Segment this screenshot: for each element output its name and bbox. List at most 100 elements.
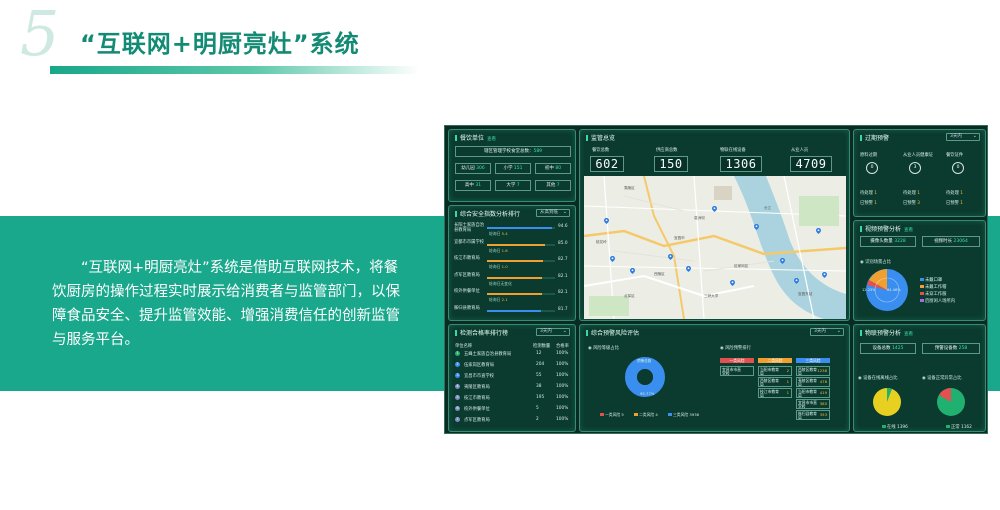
rank-detail: 轮询日 1.6 bbox=[489, 248, 508, 254]
catering-item[interactable]: 高中 31 bbox=[455, 180, 491, 191]
legend-swatch bbox=[634, 413, 638, 416]
rank-score: 82.1 bbox=[558, 273, 568, 279]
score-bar-fill bbox=[487, 227, 552, 229]
map-pin-icon[interactable] bbox=[754, 224, 759, 230]
legend-label: 二类风险 4 bbox=[639, 412, 658, 417]
stat-value: 4709 bbox=[790, 156, 832, 172]
legend-label: 后厨闲人场所内 bbox=[925, 299, 956, 304]
risk-rank-item[interactable]: 秭归县教育局 353 bbox=[796, 410, 830, 420]
risk-legend-item: 一类风险 5 bbox=[600, 412, 624, 418]
rank-unit-name[interactable]: 宜昌市市直学校 bbox=[464, 373, 530, 379]
catering-item[interactable]: 初中 80 bbox=[535, 163, 571, 174]
view-link[interactable]: 查看 bbox=[904, 332, 913, 337]
rank-rate: 100% bbox=[556, 406, 569, 411]
detail-value: 1.0 bbox=[501, 264, 508, 269]
risk-rank-item[interactable]: 宜昌市市直学校 bbox=[720, 366, 754, 376]
catering-item[interactable]: 幼儿园 306 bbox=[455, 163, 491, 174]
rank-unit-name[interactable]: 点军区教育局 bbox=[454, 273, 486, 279]
online-legend: 在线 1396 bbox=[882, 424, 908, 430]
catering-item[interactable]: 小学 151 bbox=[495, 163, 531, 174]
dashboard-screenshot: 餐饮单位 查看 辖区管理学校食堂总数：589 幼儿园 306 小学 151 初中 … bbox=[444, 125, 988, 434]
expired-count-ring[interactable]: 0 bbox=[952, 162, 964, 174]
expired-sub: 待处理 1 bbox=[946, 190, 963, 196]
legend-swatch bbox=[920, 285, 924, 288]
map-pin-icon[interactable] bbox=[604, 218, 609, 224]
rank-unit-name[interactable]: 长阳土家族自治县教育局 bbox=[454, 223, 486, 234]
panel-title: 综合预警风险评估 bbox=[586, 328, 639, 337]
map-pin-icon[interactable] bbox=[822, 272, 827, 278]
rank-unit-name[interactable]: 夷陵区教育局 bbox=[464, 384, 530, 390]
map-pin-icon[interactable] bbox=[668, 254, 673, 260]
risk-rank-item[interactable]: 当阳市教育局 419 bbox=[796, 388, 830, 398]
rank-unit-name[interactable]: 枝江市教育局 bbox=[464, 395, 530, 401]
expired-count-ring[interactable]: 0 bbox=[866, 162, 878, 174]
view-link[interactable]: 查看 bbox=[487, 137, 496, 142]
period-select[interactable]: 3天内 bbox=[946, 133, 980, 141]
detail-label: 轮询日 bbox=[489, 247, 501, 253]
expired-sub-label: 已预警 bbox=[903, 201, 916, 206]
rank-unit-name[interactable]: 枝江市教育局 bbox=[454, 256, 486, 262]
map-pin-icon[interactable] bbox=[780, 258, 785, 264]
map-pin-icon[interactable] bbox=[686, 266, 691, 272]
risk-column-header: 三类风险 bbox=[796, 358, 830, 363]
risk-rank-item[interactable]: 西陵区教育局 1238 bbox=[796, 366, 830, 376]
scene-legend-item: 未戴工作帽 bbox=[920, 284, 946, 290]
catering-total: 辖区管理学校食堂总数：589 bbox=[455, 146, 571, 157]
expired-count-ring[interactable]: 3 bbox=[909, 162, 921, 174]
rank-unit-name[interactable]: 秭归县教育局 bbox=[454, 306, 486, 312]
risk-unit-name: 枝江市教育局 bbox=[760, 389, 779, 398]
risk-rank-item[interactable]: 当阳市教育局 2 bbox=[758, 366, 792, 376]
rank-score: 94.6 bbox=[558, 224, 568, 229]
map-pin-icon[interactable] bbox=[816, 228, 821, 234]
city-map[interactable]: 宜昌市 夷陵区 西陵区 伍家岗区 点军区 三峡大学 长江 宜昌东站 桃花岭 葛洲坝 bbox=[584, 176, 846, 319]
map-pin-icon[interactable] bbox=[712, 206, 717, 212]
legend-swatch bbox=[600, 413, 604, 416]
panel-title: 过期预警 bbox=[860, 133, 889, 142]
catering-item[interactable]: 其他 7 bbox=[535, 180, 571, 191]
stat-label: 餐饮总数 bbox=[592, 148, 610, 153]
detail-value: 2.1 bbox=[501, 297, 508, 302]
stat-label: 供应商总数 bbox=[656, 148, 678, 153]
rank-unit-name[interactable]: 伍家岗区教育局 bbox=[464, 362, 530, 368]
detail-label: 轮询日无变化 bbox=[489, 280, 512, 286]
legend-swatch bbox=[920, 292, 924, 295]
map-pin-icon[interactable] bbox=[730, 280, 735, 286]
map-place-label: 宜昌东站 bbox=[798, 292, 813, 296]
scene-share-label: ◉ 识别场景占比 bbox=[860, 260, 891, 265]
expired-sub-label: 待处理 bbox=[946, 191, 959, 196]
rank-count: 12 bbox=[536, 351, 542, 356]
legend-label: 未戴口罩 bbox=[925, 278, 943, 283]
risk-rank-item[interactable]: 西陵区教育局 1 bbox=[758, 377, 792, 387]
online-pie bbox=[873, 388, 901, 416]
risk-rank-item[interactable]: 枝江市教育局 1 bbox=[758, 388, 792, 398]
map-pin-icon[interactable] bbox=[794, 278, 799, 284]
score-bar-track bbox=[487, 260, 555, 262]
rank-badge: 2 bbox=[455, 362, 460, 367]
rank-score: 82.7 bbox=[558, 257, 568, 262]
period-select[interactable]: 3天内 bbox=[536, 328, 570, 336]
rank-badge: 1 bbox=[455, 351, 460, 356]
rank-badge: 4 bbox=[455, 384, 460, 389]
map-place-label: 三峡大学 bbox=[704, 294, 719, 298]
sort-select[interactable]: 从高到低 bbox=[536, 209, 570, 217]
score-bar-track bbox=[487, 243, 555, 246]
score-bar-fill bbox=[487, 260, 543, 262]
risk-rank-item[interactable]: 夷陵区教育局 478 bbox=[796, 377, 830, 387]
risk-rank-item[interactable]: 宜昌市市直学校 385 bbox=[796, 399, 830, 409]
period-select[interactable]: 3天内 bbox=[810, 328, 844, 336]
risk-rank-label: ◉ 风险预警排行 bbox=[720, 346, 751, 351]
rank-unit-name[interactable]: 校外供餐单位 bbox=[464, 406, 530, 412]
stat-label: 物联在线设备 bbox=[720, 148, 746, 153]
rank-unit-name[interactable]: 宜都市市属学校 bbox=[454, 240, 486, 246]
expired-sub-value: 3 bbox=[917, 201, 920, 206]
catering-item[interactable]: 大学 7 bbox=[495, 180, 531, 191]
map-pin-icon[interactable] bbox=[630, 268, 635, 274]
rank-unit-name[interactable]: 校外供餐单位 bbox=[454, 289, 486, 295]
expired-sub: 待处理 1 bbox=[903, 190, 920, 196]
view-link[interactable]: 查看 bbox=[904, 228, 913, 233]
rank-unit-name[interactable]: 点军区教育局 bbox=[464, 417, 530, 423]
normal-share-label: ◉ 设备正常异常占比 bbox=[922, 376, 962, 381]
col-header: 检测数量 bbox=[533, 344, 551, 349]
map-pin-icon[interactable] bbox=[610, 256, 615, 262]
rank-unit-name[interactable]: 五峰土家族自治县教育局 bbox=[464, 351, 530, 357]
